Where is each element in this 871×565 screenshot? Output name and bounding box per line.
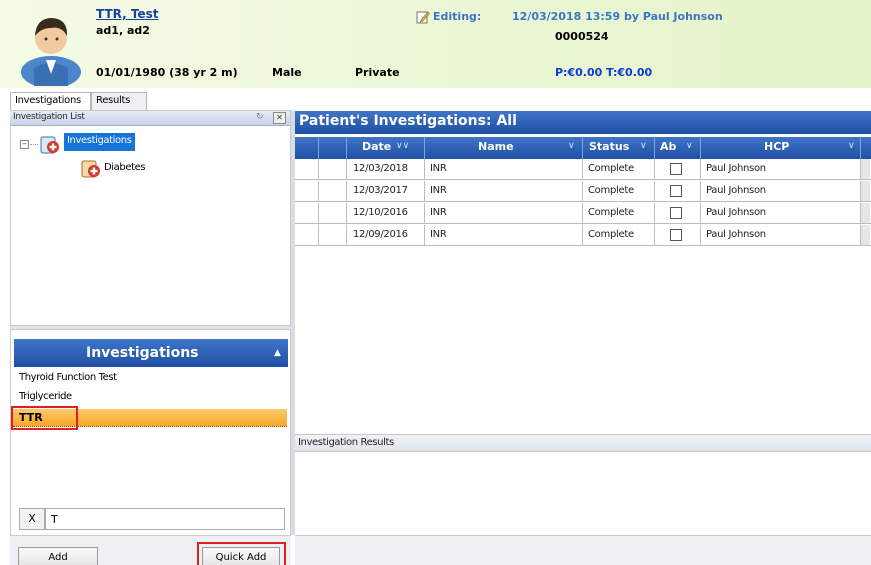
- cell-hcp: Paul Johnson: [706, 185, 766, 196]
- tree-collapse-toggle[interactable]: –: [20, 140, 29, 149]
- investigation-results-title: Investigation Results: [298, 437, 394, 448]
- right-button-bar: [295, 535, 871, 565]
- pencil-edit-icon: [416, 11, 430, 24]
- tab-investigations[interactable]: Investigations: [10, 92, 91, 111]
- abnormal-checkbox[interactable]: [670, 163, 682, 175]
- cell-hcp: Paul Johnson: [706, 229, 766, 240]
- clear-search-button[interactable]: X: [19, 508, 45, 530]
- row-action-button[interactable]: [860, 159, 870, 179]
- panel-divider[interactable]: [10, 325, 291, 330]
- cell-status: Complete: [588, 229, 634, 240]
- table-row[interactable]: 12/09/2016 INR Complete Paul Johnson: [295, 225, 871, 246]
- table-row[interactable]: 12/10/2016 INR Complete Paul Johnson: [295, 203, 871, 224]
- annotation-highlight-box: [197, 542, 286, 565]
- tree-connector: [30, 144, 38, 145]
- patient-name-link[interactable]: TTR, Test: [96, 7, 158, 21]
- annotation-highlight-box: [11, 406, 78, 430]
- patient-id: 0000524: [555, 30, 609, 43]
- collapse-up-icon[interactable]: ▲: [274, 348, 281, 358]
- column-separator: [582, 137, 583, 159]
- close-icon[interactable]: ✕: [273, 112, 286, 124]
- patient-category: Private: [355, 66, 400, 79]
- table-row[interactable]: 12/03/2018 INR Complete Paul Johnson: [295, 159, 871, 180]
- list-item[interactable]: Triglyceride: [19, 391, 72, 402]
- diabetes-investigation-icon: [81, 160, 100, 178]
- cell-date: 12/09/2016: [353, 229, 408, 240]
- tree-node-investigations[interactable]: Investigations: [64, 133, 135, 151]
- cell-status: Complete: [588, 185, 634, 196]
- cell-name: INR: [430, 185, 447, 196]
- table-row[interactable]: 12/03/2017 INR Complete Paul Johnson: [295, 181, 871, 202]
- patient-dob-age: 01/01/1980 (38 yr 2 m): [96, 66, 238, 79]
- column-separator: [860, 137, 861, 159]
- cell-status: Complete: [588, 207, 634, 218]
- column-header-name[interactable]: Name: [478, 140, 514, 153]
- column-header-ab[interactable]: Ab: [660, 140, 676, 153]
- row-action-button[interactable]: [860, 225, 870, 245]
- cell-status: Complete: [588, 163, 634, 174]
- patient-gender: Male: [272, 66, 302, 79]
- cell-name: INR: [430, 229, 447, 240]
- editing-label: Editing:: [433, 10, 482, 23]
- cell-date: 12/10/2016: [353, 207, 408, 218]
- account-balance: P:€0.00 T:€0.00: [555, 66, 653, 79]
- filter-icon[interactable]: ∨: [848, 141, 855, 151]
- search-input[interactable]: [45, 508, 285, 530]
- tree-node-diabetes[interactable]: Diabetes: [104, 162, 146, 173]
- column-header-hcp[interactable]: HCP: [764, 140, 789, 153]
- cell-date: 12/03/2018: [353, 163, 408, 174]
- editing-info: 12/03/2018 13:59 by Paul Johnson: [512, 10, 723, 23]
- cell-date: 12/03/2017: [353, 185, 408, 196]
- filter-icon[interactable]: ∨∨: [396, 141, 409, 151]
- list-item[interactable]: Thyroid Function Test: [19, 372, 117, 383]
- column-header-date[interactable]: Date: [362, 140, 391, 153]
- cell-hcp: Paul Johnson: [706, 163, 766, 174]
- row-action-button[interactable]: [860, 203, 870, 223]
- abnormal-checkbox[interactable]: [670, 207, 682, 219]
- abnormal-checkbox[interactable]: [670, 229, 682, 241]
- filter-icon[interactable]: ∨: [640, 141, 647, 151]
- cell-name: INR: [430, 207, 447, 218]
- column-separator: [424, 137, 425, 159]
- column-separator: [318, 137, 319, 159]
- pin-icon[interactable]: ↻: [256, 112, 264, 122]
- cell-name: INR: [430, 163, 447, 174]
- page-title: Patient's Investigations: All: [299, 113, 517, 129]
- filter-icon[interactable]: ∨: [686, 141, 693, 151]
- column-separator: [654, 137, 655, 159]
- investigations-panel-title: Investigations: [86, 345, 199, 361]
- patient-avatar-icon: [21, 18, 81, 86]
- patient-address: ad1, ad2: [96, 24, 150, 37]
- cell-hcp: Paul Johnson: [706, 207, 766, 218]
- column-header-status[interactable]: Status: [589, 140, 629, 153]
- filter-icon[interactable]: ∨: [568, 141, 575, 151]
- add-button[interactable]: Add: [18, 547, 98, 565]
- investigations-folder-icon: [40, 136, 59, 154]
- column-separator: [700, 137, 701, 159]
- tab-results[interactable]: Results: [91, 92, 147, 110]
- column-separator: [346, 137, 347, 159]
- row-action-button[interactable]: [860, 181, 870, 201]
- investigation-list-title: Investigation List: [13, 112, 85, 122]
- abnormal-checkbox[interactable]: [670, 185, 682, 197]
